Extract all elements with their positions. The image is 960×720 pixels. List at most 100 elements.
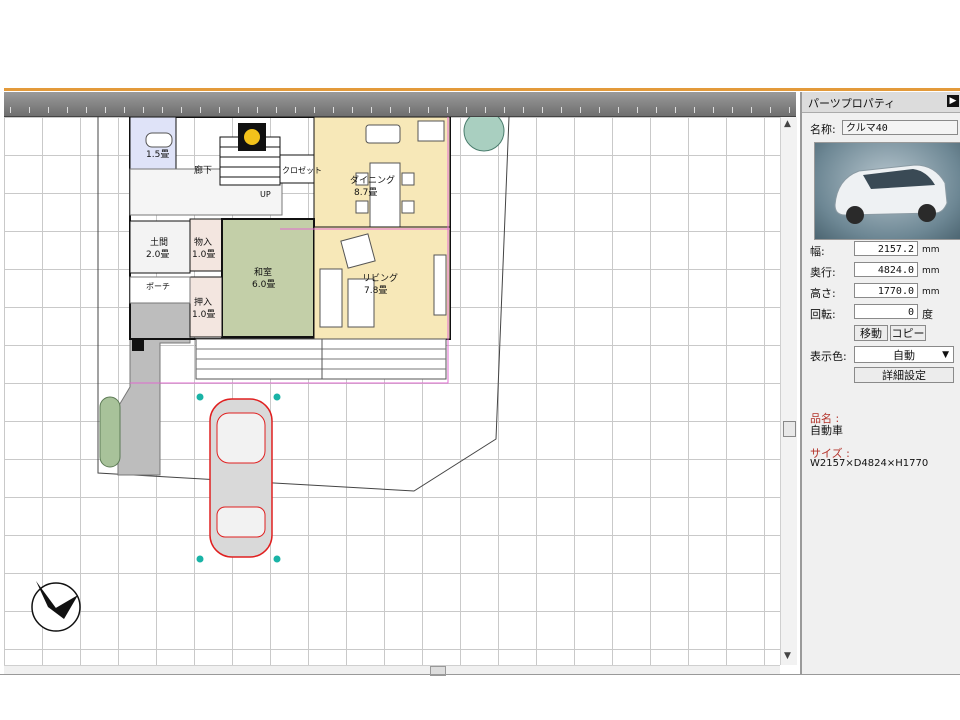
color-select[interactable]: 自動 ▼ bbox=[854, 346, 954, 363]
selection-handle bbox=[196, 393, 204, 401]
label-toilet: 1.5畳 bbox=[146, 149, 169, 160]
tree bbox=[463, 117, 505, 152]
ruler-tick bbox=[789, 107, 790, 113]
ruler-tick bbox=[485, 107, 486, 113]
depth-field[interactable]: 4824.0 bbox=[854, 262, 918, 277]
selection-handle bbox=[273, 555, 281, 563]
ruler-tick bbox=[181, 107, 182, 113]
compass-icon bbox=[31, 581, 81, 632]
ruler-tick bbox=[314, 107, 315, 113]
rotation-field[interactable]: 0 bbox=[854, 304, 918, 319]
ruler-tick bbox=[637, 107, 638, 113]
room-washitsu bbox=[221, 218, 315, 338]
ruler-tick bbox=[29, 107, 30, 113]
label-oshiire: 押入 bbox=[194, 296, 212, 308]
ruler-tick bbox=[67, 107, 68, 113]
label-closet: クロゼット bbox=[282, 165, 322, 175]
ruler-tick bbox=[276, 107, 277, 113]
width-label: 幅: bbox=[810, 245, 825, 258]
label-dining-size: 8.7畳 bbox=[354, 187, 377, 198]
rotation-label: 回転: bbox=[810, 308, 836, 321]
ruler-tick bbox=[219, 107, 220, 113]
ruler-tick bbox=[10, 107, 11, 113]
depth-unit: mm bbox=[922, 266, 940, 276]
ruler-tick bbox=[371, 107, 372, 113]
ruler-tick bbox=[295, 107, 296, 113]
label-storage: 物入 bbox=[194, 236, 212, 248]
ruler-tick bbox=[124, 107, 125, 113]
ruler-tick bbox=[48, 107, 49, 113]
chevron-down-icon: ▼ bbox=[942, 350, 949, 360]
ruler-tick bbox=[86, 107, 87, 113]
scroll-thumb[interactable] bbox=[783, 421, 796, 437]
ruler-tick bbox=[732, 107, 733, 113]
floor-plan-drawing: 1.5畳 廊下 クロゼット ダイニング 8.7畳 土間 2.0畳 物入 1.0畳… bbox=[31, 117, 510, 632]
height-unit: mm bbox=[922, 287, 940, 297]
panel-header: パーツプロパティ ▶ bbox=[802, 92, 960, 113]
porch-paving bbox=[117, 276, 191, 476]
ruler-tick bbox=[447, 107, 448, 113]
label-living-size: 7.8畳 bbox=[364, 285, 387, 296]
detail-settings-button[interactable]: 詳細設定 bbox=[854, 367, 954, 383]
window-top-accent bbox=[4, 88, 960, 91]
ruler-tick bbox=[143, 107, 144, 113]
scroll-down-icon[interactable]: ▼ bbox=[784, 651, 791, 661]
ruler-tick bbox=[580, 107, 581, 113]
label-living: リビング bbox=[362, 272, 398, 284]
size-value: W2157×D4824×H1770 bbox=[810, 458, 929, 469]
label-hallway: 廊下 bbox=[194, 164, 212, 176]
selection-handle bbox=[196, 555, 204, 563]
ruler-tick bbox=[352, 107, 353, 113]
floor-plan-canvas[interactable]: 1.5畳 廊下 クロゼット ダイニング 8.7畳 土間 2.0畳 物入 1.0畳… bbox=[4, 117, 780, 665]
ruler-tick bbox=[257, 107, 258, 113]
height-label: 高さ: bbox=[810, 287, 836, 300]
label-washitsu: 和室 bbox=[254, 266, 272, 278]
car-render bbox=[834, 164, 948, 224]
ruler-tick bbox=[770, 107, 771, 113]
copy-button[interactable]: コピー bbox=[890, 325, 926, 341]
ruler-tick bbox=[428, 107, 429, 113]
porch-post bbox=[132, 339, 144, 351]
ruler-tick bbox=[713, 107, 714, 113]
ruler-tick bbox=[618, 107, 619, 113]
label-porch: ポーチ bbox=[146, 282, 170, 291]
horizontal-ruler bbox=[4, 92, 796, 117]
car-preview-image bbox=[814, 142, 960, 240]
ruler-tick bbox=[542, 107, 543, 113]
ruler-tick bbox=[504, 107, 505, 113]
selection-handle bbox=[273, 393, 281, 401]
ruler-tick bbox=[333, 107, 334, 113]
ruler-tick bbox=[162, 107, 163, 113]
label-oshiire-size: 1.0畳 bbox=[192, 309, 215, 320]
deck bbox=[195, 338, 447, 380]
panel-title: パーツプロパティ bbox=[808, 97, 896, 110]
name-field[interactable]: クルマ40 bbox=[842, 120, 958, 135]
width-field[interactable]: 2157.2 bbox=[854, 241, 918, 256]
parts-property-panel: パーツプロパティ ▶ 名称: クルマ40 幅: 2157.2 mm 奥行: 48… bbox=[800, 92, 960, 674]
product-name-value: 自動車 bbox=[810, 424, 843, 437]
label-dining: ダイニング bbox=[350, 174, 395, 186]
ruler-tick bbox=[390, 107, 391, 113]
move-button[interactable]: 移動 bbox=[854, 325, 888, 341]
panel-collapse-icon[interactable]: ▶ bbox=[947, 95, 959, 107]
ruler-tick bbox=[466, 107, 467, 113]
depth-label: 奥行: bbox=[810, 266, 836, 279]
vertical-scrollbar[interactable]: ▲ ▼ bbox=[780, 117, 797, 665]
scroll-up-icon[interactable]: ▲ bbox=[784, 119, 791, 129]
hedge bbox=[99, 396, 121, 468]
window-bottom-border bbox=[0, 674, 960, 675]
ruler-tick bbox=[238, 107, 239, 113]
label-up: UP bbox=[260, 190, 271, 199]
name-label: 名称: bbox=[810, 123, 836, 136]
ruler-tick bbox=[599, 107, 600, 113]
color-label: 表示色: bbox=[810, 350, 847, 363]
car-selected[interactable] bbox=[196, 393, 281, 563]
label-storage-size: 1.0畳 bbox=[192, 249, 215, 260]
rotation-unit: 度 bbox=[922, 308, 933, 321]
label-doma: 土間 bbox=[150, 236, 168, 248]
ruler-tick bbox=[694, 107, 695, 113]
height-field[interactable]: 1770.0 bbox=[854, 283, 918, 298]
ruler-tick bbox=[675, 107, 676, 113]
ruler-tick bbox=[656, 107, 657, 113]
width-unit: mm bbox=[922, 245, 940, 255]
